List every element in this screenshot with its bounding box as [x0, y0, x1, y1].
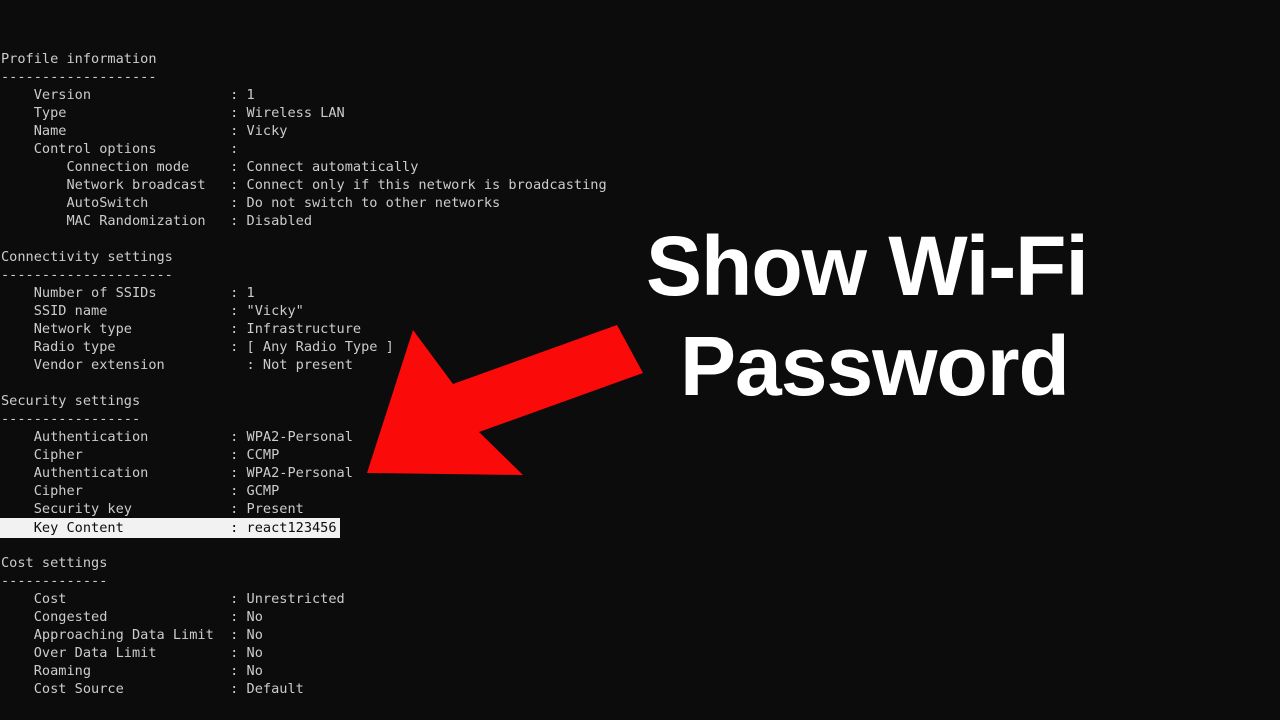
- terminal-row: Version : 1: [1, 87, 255, 103]
- terminal-row: Authentication : WPA2-Personal: [1, 429, 353, 445]
- screenshot-root: Profile information ------------------- V…: [0, 0, 1280, 720]
- section-rule: -------------: [1, 573, 108, 589]
- terminal-row: Vendor extension : Not present: [1, 357, 353, 373]
- terminal-output: Profile information ------------------- V…: [0, 50, 1280, 720]
- terminal-row: Roaming : No: [1, 663, 263, 679]
- terminal-row: Cipher : CCMP: [1, 447, 280, 463]
- terminal-row: Authentication : WPA2-Personal: [1, 465, 353, 481]
- terminal-row[interactable]: Key Content : react123456: [0, 518, 1280, 538]
- terminal-row: MAC Randomization : Disabled: [1, 213, 312, 229]
- terminal-row: Type : Wireless LAN: [1, 105, 345, 121]
- section-rule: ---------------------: [1, 267, 173, 283]
- terminal-row: Cipher : GCMP: [1, 483, 280, 499]
- terminal-row: AutoSwitch : Do not switch to other netw…: [1, 195, 501, 211]
- terminal-row: Radio type : [ Any Radio Type ]: [1, 339, 394, 355]
- section-heading: Profile information: [1, 51, 157, 67]
- terminal-row: Number of SSIDs : 1: [1, 285, 255, 301]
- terminal-row: Congested : No: [1, 609, 263, 625]
- terminal-row: Control options :: [1, 141, 239, 157]
- terminal-window[interactable]: Profile information ------------------- V…: [0, 0, 1280, 720]
- terminal-row: Approaching Data Limit : No: [1, 627, 263, 643]
- section-heading: Connectivity settings: [1, 249, 173, 265]
- terminal-row: Cost : Unrestricted: [1, 591, 345, 607]
- terminal-row: Cost Source : Default: [1, 681, 304, 697]
- terminal-row: Network type : Infrastructure: [1, 321, 362, 337]
- terminal-row: SSID name : "Vicky": [1, 303, 304, 319]
- section-rule: -----------------: [1, 411, 141, 427]
- terminal-row: Connection mode : Connect automatically: [1, 159, 419, 175]
- section-heading: Security settings: [1, 393, 141, 409]
- terminal-row: Security key : Present: [1, 501, 304, 517]
- section-heading: Cost settings: [1, 555, 108, 571]
- section-rule: -------------------: [1, 69, 157, 85]
- terminal-row: Over Data Limit : No: [1, 645, 263, 661]
- terminal-row: Network broadcast : Connect only if this…: [1, 177, 607, 193]
- highlighted-key-content[interactable]: Key Content : react123456: [0, 518, 340, 538]
- terminal-row: Name : Vicky: [1, 123, 288, 139]
